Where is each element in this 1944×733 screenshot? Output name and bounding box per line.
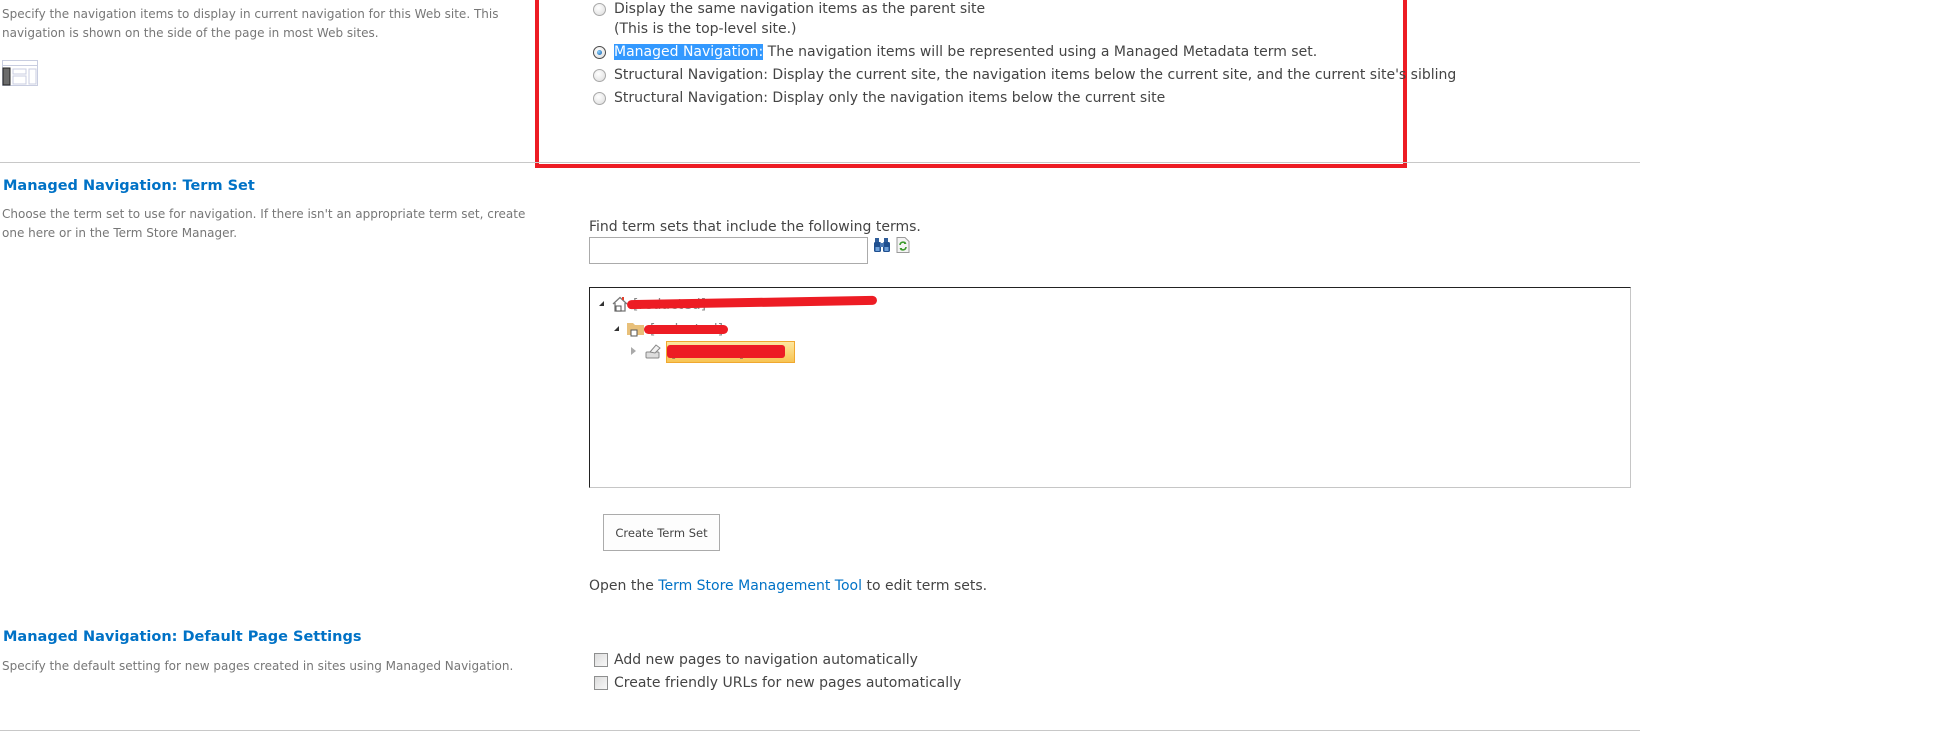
collapse-arrow-icon[interactable] bbox=[599, 301, 604, 306]
navigation-layout-icon bbox=[2, 60, 38, 86]
option-managed-navigation-text: The navigation items will be represented… bbox=[763, 44, 1318, 60]
find-term-sets-label: Find term sets that include the followin… bbox=[589, 219, 921, 235]
term-set-heading: Managed Navigation: Term Set bbox=[3, 178, 255, 194]
redaction-mark bbox=[644, 325, 728, 334]
option-structural-siblings-label: Structural Navigation: Display the curre… bbox=[614, 67, 1457, 83]
add-pages-to-navigation-checkbox[interactable] bbox=[594, 653, 608, 667]
term-set-description: Choose the term set to use for navigatio… bbox=[2, 207, 526, 240]
refresh-icon[interactable] bbox=[896, 237, 910, 253]
radio-managed-navigation[interactable] bbox=[593, 46, 606, 59]
option-structural-below-label: Structural Navigation: Display only the … bbox=[614, 90, 1166, 106]
option-same-as-parent-label: Display the same navigation items as the… bbox=[614, 1, 986, 17]
expand-arrow-icon[interactable] bbox=[631, 347, 636, 355]
open-suffix: to edit term sets. bbox=[862, 578, 988, 594]
term-set-tree[interactable]: [redacted] [redacted] [redacted] bbox=[589, 287, 1631, 488]
option-managed-navigation-label: Managed Navigation: The navigation items… bbox=[614, 43, 1317, 61]
term-store-management-tool-link[interactable]: Term Store Management Tool bbox=[658, 578, 862, 594]
open-prefix: Open the bbox=[589, 578, 659, 594]
term-set-icon bbox=[645, 343, 663, 359]
option-same-as-parent-note: (This is the top-level site.) bbox=[614, 21, 797, 37]
create-friendly-urls-label: Create friendly URLs for new pages autom… bbox=[614, 675, 962, 691]
section-divider bbox=[0, 730, 1640, 731]
current-navigation-description: Specify the navigation items to display … bbox=[2, 7, 499, 40]
binoculars-icon[interactable] bbox=[873, 237, 891, 253]
term-store-tool-text: Open the Term Store Management Tool to e… bbox=[589, 577, 987, 595]
selected-text-highlight: Managed Navigation: bbox=[614, 44, 764, 60]
create-term-set-button[interactable]: Create Term Set bbox=[603, 514, 720, 551]
default-page-settings-heading: Managed Navigation: Default Page Setting… bbox=[3, 629, 362, 645]
create-friendly-urls-checkbox[interactable] bbox=[594, 676, 608, 690]
collapse-arrow-icon[interactable] bbox=[614, 326, 619, 331]
radio-same-as-parent[interactable] bbox=[593, 3, 606, 16]
radio-structural-below[interactable] bbox=[593, 92, 606, 105]
default-page-settings-description: Specify the default setting for new page… bbox=[2, 659, 514, 673]
find-term-sets-input[interactable] bbox=[589, 237, 868, 264]
add-pages-to-navigation-label: Add new pages to navigation automaticall… bbox=[614, 652, 918, 668]
radio-structural-siblings[interactable] bbox=[593, 69, 606, 82]
term-group-icon bbox=[626, 321, 646, 337]
section-divider bbox=[0, 162, 1640, 163]
redaction-mark bbox=[667, 345, 785, 358]
